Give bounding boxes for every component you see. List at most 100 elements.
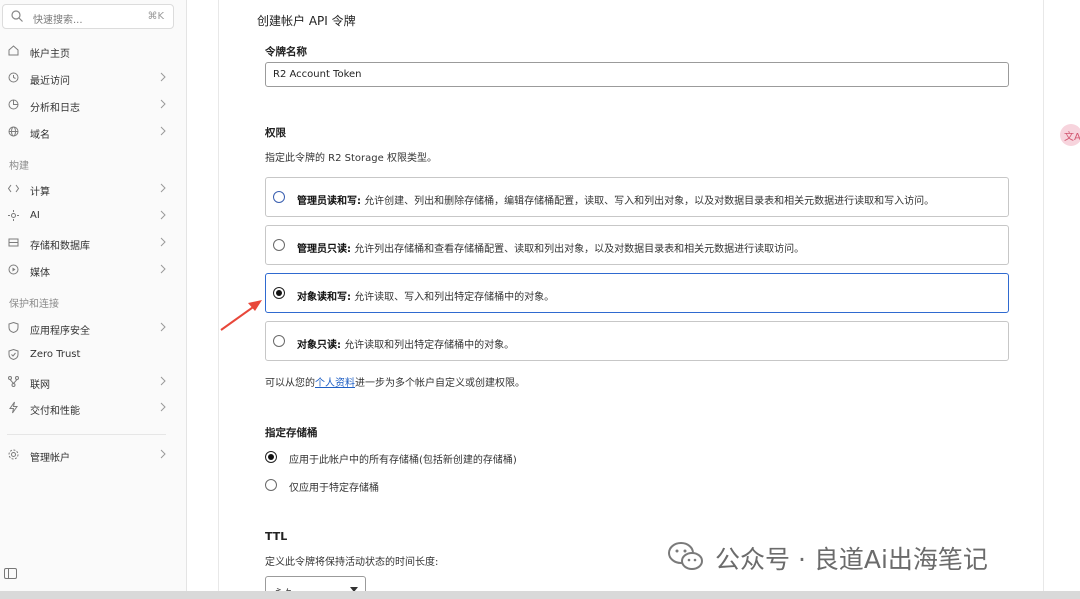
permission-text: 管理员读和写: 允许创建、列出和删除存储桶，编辑存储桶配置，读取、写入和列出对象… (297, 192, 934, 207)
token-name-label: 令牌名称 (265, 46, 307, 58)
chevron-right-icon (160, 322, 166, 332)
bottom-edge (0, 591, 1080, 599)
sidebar-divider (7, 434, 166, 435)
chevron-right-icon (160, 264, 166, 274)
permission-desc: 允许列出存储桶和查看存储桶配置、读取和列出对象，以及对数据目录表和相关元数据进行… (354, 244, 805, 255)
chevron-right-icon (160, 210, 166, 220)
ttl-label: TTL (265, 530, 288, 543)
gear-icon (8, 449, 19, 460)
sidebar-item-domains[interactable]: 域名 (0, 121, 187, 143)
chevron-right-icon (160, 72, 166, 82)
search-shortcut: ⌘K (147, 11, 164, 22)
sidebar: 快速搜索... ⌘K 帐户主页 最近访问 分析和日志 域名 构建 计算 AI 存… (0, 0, 187, 591)
radio-button[interactable] (273, 335, 285, 347)
chevron-right-icon (160, 183, 166, 193)
chevron-right-icon (160, 237, 166, 247)
sidebar-item-label: Zero Trust (30, 349, 81, 360)
search-icon (11, 10, 23, 22)
bucket-option-specific[interactable]: 仅应用于特定存储桶 (289, 479, 379, 494)
permission-text: 对象读和写: 允许读取、写入和列出特定存储桶中的对象。 (297, 288, 554, 303)
sidebar-item-manage-account[interactable]: 管理帐户 (0, 444, 187, 466)
chevron-right-icon (160, 449, 166, 459)
ttl-description: 定义此令牌将保持活动状态的时间长度: (265, 557, 439, 568)
chevron-right-icon (160, 99, 166, 109)
sidebar-item-delivery[interactable]: 交付和性能 (0, 397, 187, 419)
permission-option-object-read-only[interactable]: 对象只读: 允许读取和列出特定存储桶中的对象。 (265, 321, 1009, 361)
permission-option-admin-read-write[interactable]: 管理员读和写: 允许创建、列出和删除存储桶，编辑存储桶配置，读取、写入和列出对象… (265, 177, 1009, 217)
ai-icon (8, 210, 19, 221)
sidebar-item-recent[interactable]: 最近访问 (0, 67, 187, 89)
sidebar-item-ai[interactable]: AI (0, 205, 187, 227)
radio-button[interactable] (265, 479, 277, 491)
permission-title: 管理员只读: (297, 244, 351, 255)
permission-text: 对象只读: 允许读取和列出特定存储桶中的对象。 (297, 336, 514, 351)
sidebar-item-label: 分析和日志 (30, 103, 80, 114)
sidebar-item-label: 应用程序安全 (30, 326, 90, 337)
chevron-right-icon (160, 376, 166, 386)
sidebar-item-label: 管理帐户 (30, 453, 70, 464)
radio-button-selected[interactable] (265, 451, 277, 463)
permission-option-object-read-write[interactable]: 对象读和写: 允许读取、写入和列出特定存储桶中的对象。 (265, 273, 1009, 313)
zero-trust-icon (8, 348, 19, 361)
network-icon (8, 376, 19, 387)
annotation-arrow-icon (220, 300, 262, 331)
translate-button[interactable]: 文A (1060, 124, 1080, 146)
permission-title: 对象读和写: (297, 292, 351, 303)
sidebar-item-network[interactable]: 联网 (0, 371, 187, 393)
sidebar-item-label: 联网 (30, 380, 50, 391)
section-label-protect: 保护和连接 (9, 299, 59, 310)
shield-icon (8, 321, 19, 334)
permissions-description: 指定此令牌的 R2 Storage 权限类型。 (265, 153, 437, 164)
profile-link[interactable]: 个人资料 (315, 378, 355, 389)
chevron-right-icon (160, 402, 166, 412)
permission-title: 对象只读: (297, 340, 341, 351)
search-placeholder: 快速搜索... (33, 15, 83, 26)
sidebar-item-label: AI (30, 210, 40, 221)
wechat-icon (668, 542, 703, 570)
radio-button-selected[interactable] (273, 287, 285, 299)
search-box[interactable]: 快速搜索... ⌘K (2, 4, 174, 29)
chart-icon (8, 99, 19, 110)
sidebar-item-label: 域名 (30, 130, 50, 141)
globe-icon (8, 126, 19, 137)
permission-option-admin-read-only[interactable]: 管理员只读: 允许列出存储桶和查看存储桶配置、读取和列出对象，以及对数据目录表和… (265, 225, 1009, 265)
sidebar-item-label: 媒体 (30, 268, 50, 279)
profile-note-before: 可以从您的 (265, 378, 315, 389)
token-name-input[interactable] (265, 62, 1009, 87)
translate-icon: 文A (1064, 132, 1080, 143)
compute-icon (7, 184, 20, 193)
permission-text: 管理员只读: 允许列出存储桶和查看存储桶配置、读取和列出对象，以及对数据目录表和… (297, 240, 804, 255)
sidebar-item-app-security[interactable]: 应用程序安全 (0, 317, 187, 339)
permission-desc: 允许读取、写入和列出特定存储桶中的对象。 (354, 292, 555, 303)
radio-button[interactable] (273, 191, 285, 203)
sidebar-item-storage[interactable]: 存储和数据库 (0, 232, 187, 254)
profile-note-after: 进一步为多个帐户自定义或创建权限。 (355, 378, 525, 389)
sidebar-item-label: 交付和性能 (30, 406, 80, 417)
bucket-option-all[interactable]: 应用于此帐户中的所有存储桶(包括新创建的存储桶) (289, 451, 517, 466)
sidebar-item-media[interactable]: 媒体 (0, 259, 187, 281)
sidebar-item-zero-trust[interactable]: Zero Trust (0, 344, 187, 366)
permission-title: 管理员读和写: (297, 196, 361, 207)
sidebar-item-account-home[interactable]: 帐户主页 (0, 40, 187, 62)
sidebar-item-label: 计算 (30, 187, 50, 198)
media-icon (8, 264, 19, 275)
sidebar-item-label: 存储和数据库 (30, 241, 90, 252)
collapse-sidebar-icon[interactable] (4, 568, 17, 579)
chevron-right-icon (160, 126, 166, 136)
profile-note: 可以从您的个人资料进一步为多个帐户自定义或创建权限。 (265, 374, 525, 389)
permissions-label: 权限 (265, 127, 286, 139)
permission-desc: 允许读取和列出特定存储桶中的对象。 (344, 340, 515, 351)
home-icon (8, 45, 19, 56)
radio-button[interactable] (273, 239, 285, 251)
sidebar-item-compute[interactable]: 计算 (0, 178, 187, 200)
permission-desc: 允许创建、列出和删除存储桶，编辑存储桶配置，读取、写入和列出对象，以及对数据目录… (364, 196, 935, 207)
database-icon (8, 238, 19, 247)
page-title: 创建帐户 API 令牌 (257, 14, 356, 28)
bucket-label: 指定存储桶 (265, 427, 318, 439)
bolt-icon (9, 401, 18, 414)
watermark-text: 公众号 · 良道Ai出海笔记 (715, 545, 988, 574)
sidebar-item-analytics[interactable]: 分析和日志 (0, 94, 187, 116)
clock-icon (8, 72, 19, 83)
sidebar-item-label: 最近访问 (30, 76, 70, 87)
sidebar-item-label: 帐户主页 (30, 49, 70, 60)
